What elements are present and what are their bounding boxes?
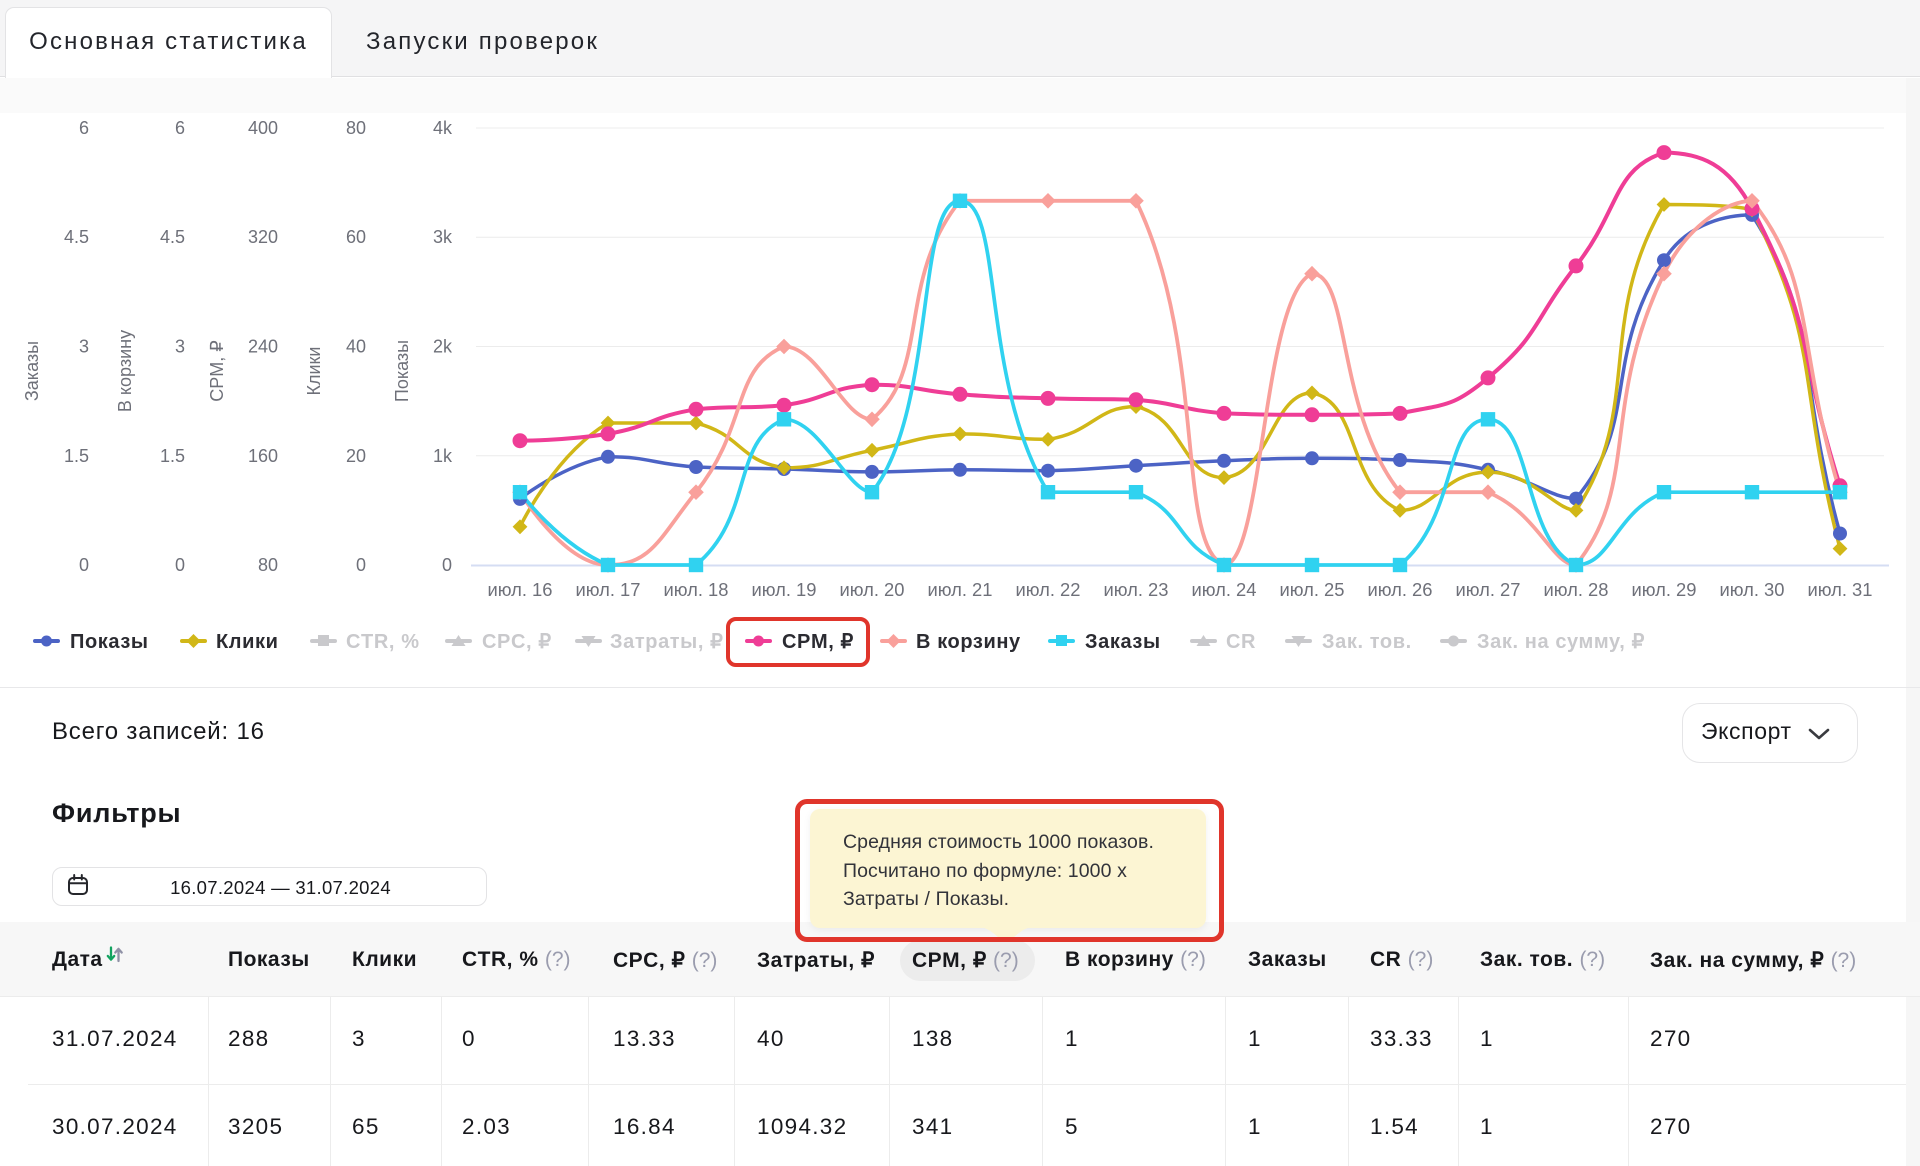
svg-text:CPC, ₽: CPC, ₽ (482, 631, 552, 653)
svg-text:CTR, %: CTR, % (346, 631, 420, 653)
svg-text:июл. 22: июл. 22 (1016, 579, 1081, 600)
svg-text:июл. 27: июл. 27 (1456, 579, 1521, 600)
svg-text:0: 0 (442, 555, 452, 575)
svg-text:4.5: 4.5 (160, 227, 185, 247)
svg-text:60: 60 (346, 227, 366, 247)
svg-text:июл. 21: июл. 21 (928, 579, 993, 600)
svg-text:июл. 26: июл. 26 (1368, 579, 1433, 600)
svg-text:80: 80 (346, 118, 366, 138)
svg-text:июл. 23: июл. 23 (1104, 579, 1169, 600)
svg-text:1.5: 1.5 (160, 446, 185, 466)
svg-text:июл. 19: июл. 19 (752, 579, 817, 600)
svg-text:Клики: Клики (216, 631, 279, 653)
svg-text:CR: CR (1226, 631, 1256, 653)
svg-text:CPM, ₽: CPM, ₽ (207, 340, 227, 401)
svg-text:Зак. тов.: Зак. тов. (1322, 631, 1412, 653)
svg-text:6: 6 (175, 118, 185, 138)
svg-text:6: 6 (79, 118, 89, 138)
svg-text:июл. 28: июл. 28 (1544, 579, 1609, 600)
svg-text:Показы: Показы (70, 631, 149, 653)
svg-text:июл. 17: июл. 17 (576, 579, 641, 600)
svg-text:0: 0 (175, 555, 185, 575)
svg-text:В корзину: В корзину (115, 330, 135, 412)
svg-text:240: 240 (248, 337, 278, 357)
svg-text:320: 320 (248, 227, 278, 247)
svg-text:Затраты, ₽: Затраты, ₽ (610, 631, 724, 653)
svg-text:4.5: 4.5 (64, 227, 89, 247)
svg-text:Показы: Показы (392, 340, 412, 402)
svg-text:июл. 20: июл. 20 (840, 579, 905, 600)
svg-text:80: 80 (258, 555, 278, 575)
svg-text:Зак. на сумму, ₽: Зак. на сумму, ₽ (1477, 631, 1645, 653)
svg-text:20: 20 (346, 446, 366, 466)
svg-text:4k: 4k (433, 118, 453, 138)
svg-text:В корзину: В корзину (916, 631, 1021, 653)
svg-text:3: 3 (175, 337, 185, 357)
svg-text:400: 400 (248, 118, 278, 138)
svg-text:Заказы: Заказы (1085, 631, 1161, 653)
svg-text:июл. 30: июл. 30 (1720, 579, 1785, 600)
svg-text:3k: 3k (433, 227, 453, 247)
svg-text:40: 40 (346, 337, 366, 357)
svg-text:160: 160 (248, 446, 278, 466)
svg-text:0: 0 (356, 555, 366, 575)
svg-text:июл. 18: июл. 18 (664, 579, 729, 600)
svg-text:июл. 25: июл. 25 (1280, 579, 1345, 600)
svg-text:июл. 16: июл. 16 (488, 579, 553, 600)
svg-text:1k: 1k (433, 446, 453, 466)
svg-text:0: 0 (79, 555, 89, 575)
svg-text:Клики: Клики (304, 347, 324, 396)
svg-text:июл. 24: июл. 24 (1192, 579, 1257, 600)
svg-text:июл. 29: июл. 29 (1632, 579, 1697, 600)
svg-text:Заказы: Заказы (22, 341, 42, 401)
svg-text:июл. 31: июл. 31 (1808, 579, 1873, 600)
svg-text:1.5: 1.5 (64, 446, 89, 466)
svg-text:2k: 2k (433, 337, 453, 357)
svg-text:3: 3 (79, 337, 89, 357)
